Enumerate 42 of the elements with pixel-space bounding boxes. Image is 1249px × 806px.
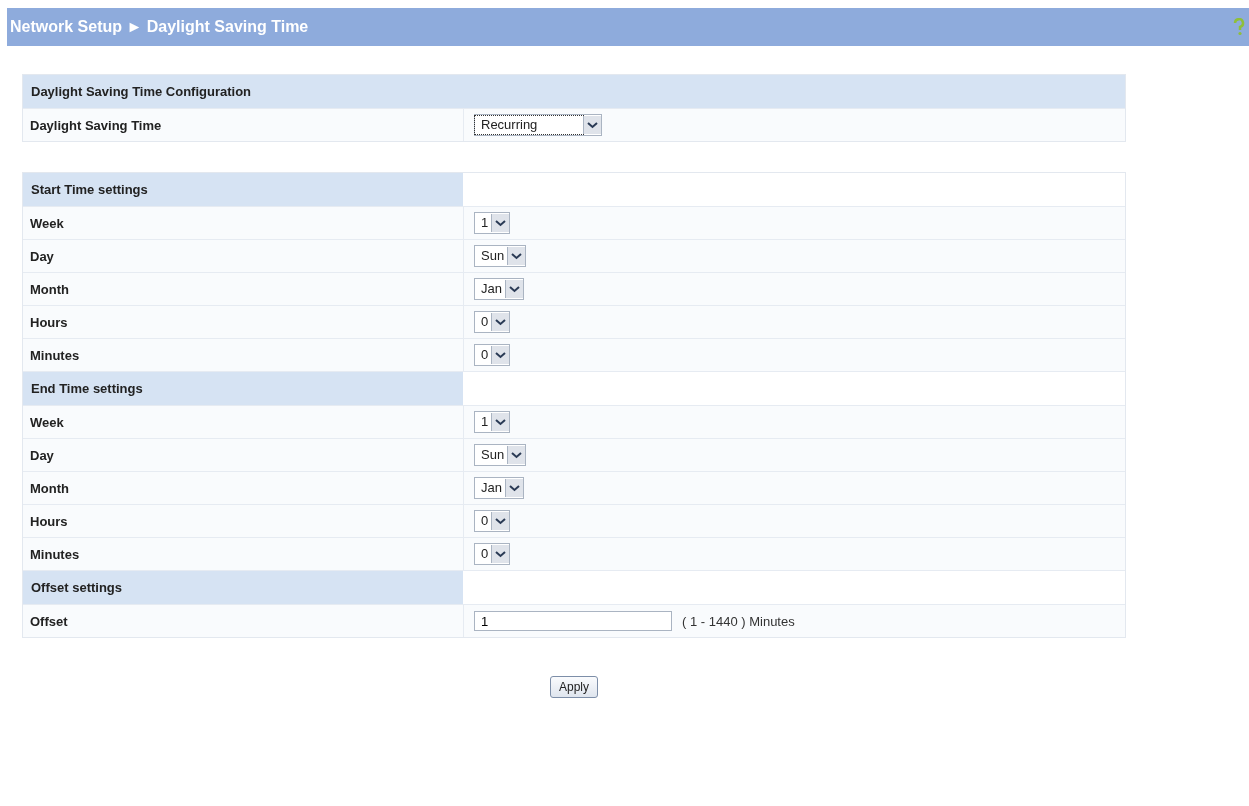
chevron-down-icon [491, 214, 510, 232]
dropdown-field[interactable]: 0 [474, 510, 511, 532]
setting-label: Hours [29, 512, 69, 531]
chevron-down-icon [504, 479, 523, 497]
range-hint: ( 1 - 1440 ) Minutes [682, 613, 795, 629]
offset-field[interactable]: 1 [474, 611, 672, 631]
dropdown-field[interactable]: 1 [474, 212, 511, 234]
section-title: Start Time settings [23, 173, 463, 206]
setting-label: Month [29, 280, 70, 299]
setting-label: Week [29, 413, 65, 432]
chevron-down-icon [491, 545, 510, 563]
chevron-down-icon [504, 280, 523, 298]
dropdown-field[interactable]: 0 [474, 344, 511, 366]
dropdown-field[interactable]: Recurring [474, 114, 603, 136]
dropdown-field[interactable]: 0 [474, 311, 511, 333]
apply-button[interactable]: Apply [550, 676, 598, 698]
dropdown-field[interactable]: Sun [474, 444, 527, 466]
help-icon[interactable] [1233, 18, 1245, 36]
setting-label: Daylight Saving Time [29, 116, 163, 135]
setting-label: Day [29, 247, 55, 266]
chevron-down-icon [491, 413, 510, 431]
setting-label: Minutes [29, 545, 81, 564]
setting-label: Month [29, 479, 70, 498]
dropdown-field[interactable]: 0 [474, 543, 511, 565]
dropdown-field[interactable]: Jan [474, 278, 524, 300]
chevron-down-icon [583, 116, 602, 134]
dropdown-field[interactable]: 1 [474, 411, 511, 433]
chevron-down-icon [491, 346, 510, 364]
chevron-down-icon [507, 446, 526, 464]
dropdown-field[interactable]: Sun [474, 245, 527, 267]
chevron-down-icon [491, 313, 510, 331]
setting-label: Week [29, 214, 65, 233]
chevron-down-icon [491, 512, 510, 530]
section-title: Offset settings [23, 571, 463, 604]
chevron-down-icon [507, 247, 526, 265]
breadcrumb-title: Network Setup ► Daylight Saving Time [10, 18, 309, 36]
setting-label: Offset [29, 612, 69, 631]
section-title: End Time settings [23, 372, 463, 405]
dropdown-field[interactable]: Jan [474, 477, 524, 499]
setting-label: Hours [29, 313, 69, 332]
setting-label: Day [29, 446, 55, 465]
setting-label: Minutes [29, 346, 81, 365]
